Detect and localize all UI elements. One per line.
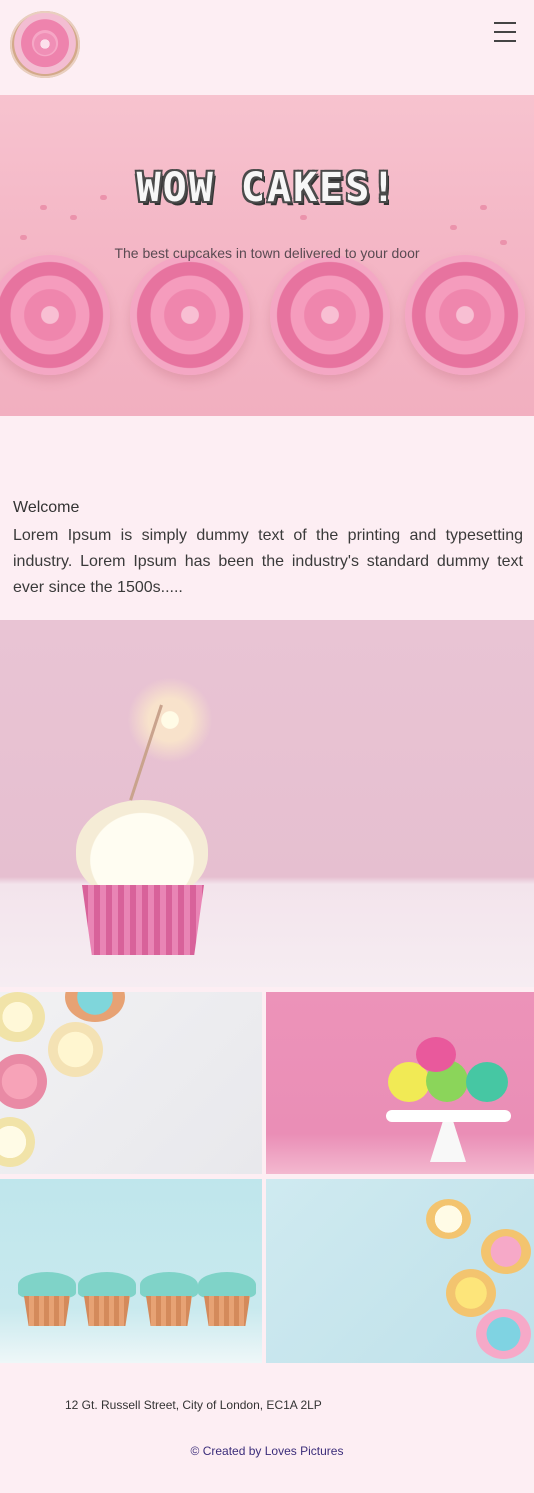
cupcake-top xyxy=(0,1117,35,1167)
cupcake-image xyxy=(18,1272,76,1326)
cupcake-top xyxy=(466,1062,508,1102)
menu-line xyxy=(494,40,516,42)
cupcake-top xyxy=(481,1229,531,1274)
cupcake-image xyxy=(140,1272,198,1326)
welcome-heading: Welcome xyxy=(13,499,80,516)
cupcake-top xyxy=(0,992,45,1042)
hero-subtitle: The best cupcakes in town delivered to y… xyxy=(114,245,420,261)
gallery-image-3[interactable] xyxy=(0,1179,262,1363)
cupcake-image xyxy=(198,1272,256,1326)
hamburger-menu-icon[interactable] xyxy=(494,21,516,43)
cupcake-top xyxy=(416,1037,456,1072)
cake-stand xyxy=(386,1110,511,1122)
cupcake-image xyxy=(270,255,390,375)
sparkler-icon xyxy=(120,670,220,770)
menu-line xyxy=(494,31,516,33)
cupcake-top xyxy=(446,1269,496,1317)
cupcake-image xyxy=(130,255,250,375)
birthday-cupcake-image xyxy=(0,620,534,987)
cupcake-image xyxy=(405,255,525,375)
cupcake-top xyxy=(426,1199,471,1239)
sprinkle-decoration xyxy=(300,215,307,220)
gallery-image-2[interactable] xyxy=(266,992,534,1174)
gallery-image-1[interactable] xyxy=(0,992,262,1174)
sprinkle-decoration xyxy=(20,235,27,240)
cupcake-logo-icon[interactable] xyxy=(10,11,80,78)
cupcake-wrapper xyxy=(82,885,204,955)
gallery-image-4[interactable] xyxy=(266,1179,534,1363)
cupcake-top xyxy=(48,1022,103,1077)
cupcake-top xyxy=(65,992,125,1022)
welcome-section: Welcome Lorem Ipsum is simply dummy text… xyxy=(13,497,523,601)
cupcake-top xyxy=(0,1054,47,1109)
cupcake-top xyxy=(476,1309,531,1359)
sprinkle-decoration xyxy=(450,225,457,230)
site-header xyxy=(0,0,534,95)
hero-banner: WOW CAKES! The best cupcakes in town del… xyxy=(0,95,534,416)
footer-address: 12 Gt. Russell Street, City of London, E… xyxy=(65,1398,322,1412)
cupcake-image xyxy=(0,255,110,375)
menu-line xyxy=(494,22,516,24)
footer-credit-link[interactable]: © Created by Loves Pictures xyxy=(0,1444,534,1458)
cupcake-image xyxy=(78,1272,136,1326)
hero-title: WOW CAKES! xyxy=(136,165,398,211)
sprinkle-decoration xyxy=(70,215,77,220)
welcome-text: Lorem Ipsum is simply dummy text of the … xyxy=(13,527,523,596)
